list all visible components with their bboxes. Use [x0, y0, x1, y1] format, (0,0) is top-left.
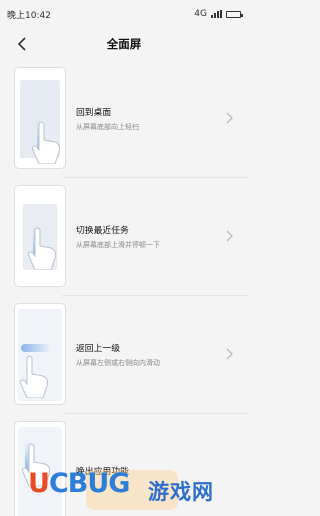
- gesture-subtitle: 从屏幕底部向上轻扫: [76, 122, 139, 131]
- gesture-title: 切换最近任务: [76, 225, 129, 236]
- gesture-subtitle: 从屏幕底部上滑并停顿一下: [76, 240, 160, 249]
- divider: [62, 177, 248, 178]
- gesture-title: 回到桌面: [76, 107, 112, 118]
- gesture-title: 返回上一级: [76, 343, 120, 354]
- gesture-preview-recents: [14, 185, 66, 287]
- gesture-item-app-features[interactable]: 唤出应用功能: [14, 416, 242, 516]
- gesture-preview-app-features: [14, 421, 66, 516]
- gesture-preview-home: [14, 67, 66, 169]
- back-button[interactable]: [10, 32, 34, 56]
- hand-icon: [31, 121, 60, 164]
- status-bar: 晚上10:42 4G: [0, 0, 248, 28]
- status-time: 晚上10:42: [7, 10, 51, 21]
- signal-icon: [211, 10, 222, 18]
- chevron-right-icon: [226, 348, 233, 360]
- gesture-item-recents[interactable]: 切换最近任务 从屏幕底部上滑并停顿一下: [14, 180, 242, 292]
- divider: [62, 413, 248, 414]
- chevron-right-icon: [226, 230, 233, 242]
- page-title: 全面屏: [106, 37, 142, 51]
- gesture-preview-back: [14, 303, 66, 405]
- gesture-item-home[interactable]: 回到桌面 从屏幕底部向上轻扫: [14, 62, 242, 174]
- gesture-subtitle: 从屏幕左侧或右侧向内滑动: [76, 358, 160, 367]
- gesture-title: 唤出应用功能: [76, 466, 129, 477]
- gesture-item-back[interactable]: 返回上一级 从屏幕左侧或右侧向内滑动: [14, 298, 242, 410]
- hand-icon: [19, 355, 48, 398]
- header-bar: 全面屏: [0, 28, 248, 60]
- hand-icon: [21, 443, 50, 486]
- chevron-right-icon: [226, 112, 233, 124]
- divider: [62, 295, 248, 296]
- status-icons: 4G: [194, 9, 243, 19]
- network-type: 4G: [194, 9, 207, 19]
- chevron-left-icon: [17, 37, 26, 51]
- battery-icon: [226, 10, 243, 18]
- hand-icon: [27, 227, 56, 270]
